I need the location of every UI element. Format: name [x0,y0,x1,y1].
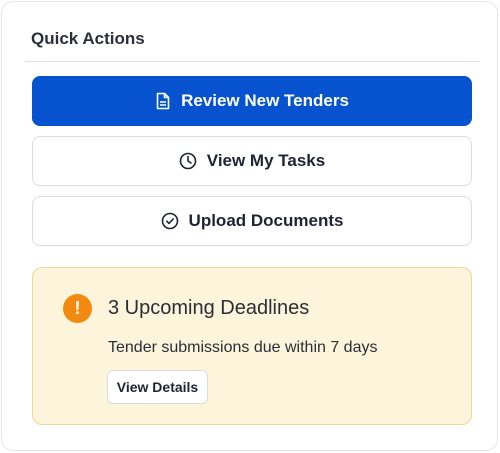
review-new-tenders-button[interactable]: Review New Tenders [32,76,472,126]
upload-documents-label: Upload Documents [188,211,344,230]
view-my-tasks-label: View My Tasks [206,151,326,170]
clock-icon [179,152,197,170]
exclamation-icon: ! [63,294,92,323]
upload-documents-button[interactable]: Upload Documents [32,196,472,246]
card-title: Quick Actions [31,29,145,48]
divider [25,61,480,62]
view-my-tasks-button[interactable]: View My Tasks [32,136,472,186]
check-circle-icon [161,212,179,230]
review-new-tenders-label: Review New Tenders [181,91,349,110]
quick-actions-card: Quick Actions Review New Tenders View My… [1,1,498,451]
document-icon [155,92,171,110]
view-details-button[interactable]: View Details [107,370,208,404]
deadline-alert: ! 3 Upcoming Deadlines Tender submission… [32,267,472,425]
alert-text: Tender submissions due within 7 days [108,339,378,356]
alert-title: 3 Upcoming Deadlines [108,297,310,319]
